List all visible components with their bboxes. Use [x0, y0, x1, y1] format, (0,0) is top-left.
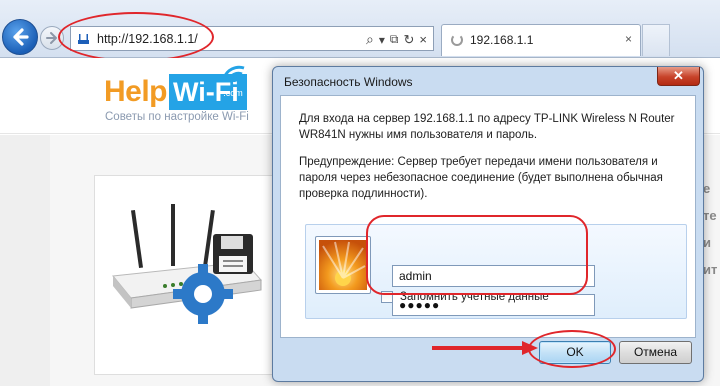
remember-label: Запомнить учетные данные — [400, 291, 549, 303]
remember-checkbox[interactable] — [381, 291, 393, 303]
refresh-icon[interactable]: ↻ — [404, 32, 415, 48]
side-text-line: ит — [703, 262, 718, 277]
dropdown-icon[interactable]: ▾ — [379, 33, 385, 47]
article-thumbnail-card[interactable] — [94, 175, 280, 375]
forward-arrow-icon — [46, 32, 57, 44]
red-arrow-annotation — [432, 341, 538, 355]
windows-security-dialog: Безопасность Windows ✕ Для входа на серв… — [272, 66, 704, 382]
router-illustration — [112, 204, 262, 324]
browser-toolbar: http://192.168.1.1/ ⌕ ▾ ⧉ ↻ × 192.168.1.… — [0, 0, 720, 58]
dialog-warning: Предупреждение: Сервер требует передачи … — [299, 156, 663, 200]
wifi-signal-icon — [222, 65, 245, 83]
address-url[interactable]: http://192.168.1.1/ — [97, 32, 198, 46]
compatibility-icon[interactable]: ⧉ — [390, 32, 399, 47]
side-text-line: е — [703, 181, 711, 196]
forward-button[interactable] — [40, 26, 64, 50]
dialog-title: Безопасность Windows — [284, 75, 413, 89]
logo-help-text: Help — [104, 75, 168, 108]
side-text-line: и — [703, 235, 711, 250]
floppy-disk-icon — [213, 234, 253, 274]
user-picture-flower-icon — [319, 240, 367, 290]
ok-button[interactable]: OK — [539, 341, 611, 364]
tab-title: 192.168.1.1 — [470, 33, 534, 47]
remember-credentials-option[interactable]: Запомнить учетные данные — [381, 291, 549, 303]
credentials-panel: admin ●●●●● — [305, 224, 687, 319]
site-tagline: Советы по настройке Wi-Fi — [105, 111, 249, 123]
address-tools: ⌕ ▾ ⧉ ↻ × — [366, 31, 427, 48]
stop-icon[interactable]: × — [419, 32, 427, 47]
browser-tab[interactable]: 192.168.1.1 × — [441, 24, 641, 56]
address-bar[interactable]: http://192.168.1.1/ ⌕ ▾ ⧉ ↻ × — [70, 26, 434, 51]
dialog-message: Для входа на сервер 192.168.1.1 по адрес… — [299, 113, 675, 141]
tab-close-icon[interactable]: × — [625, 32, 632, 46]
back-arrow-icon — [13, 28, 29, 46]
username-field[interactable]: admin — [392, 265, 595, 287]
dialog-close-button[interactable]: ✕ — [657, 67, 700, 86]
cancel-button[interactable]: Отмена — [619, 341, 692, 364]
side-text-line: те — [703, 208, 717, 223]
back-button[interactable] — [2, 19, 38, 55]
search-icon[interactable]: ⌕ — [366, 31, 374, 48]
user-tile — [315, 236, 371, 294]
side-text-fragment: е те и ит — [703, 175, 720, 315]
new-tab-button[interactable] — [642, 24, 670, 56]
router-favicon-icon — [78, 34, 89, 44]
loading-spinner-icon — [451, 34, 463, 46]
